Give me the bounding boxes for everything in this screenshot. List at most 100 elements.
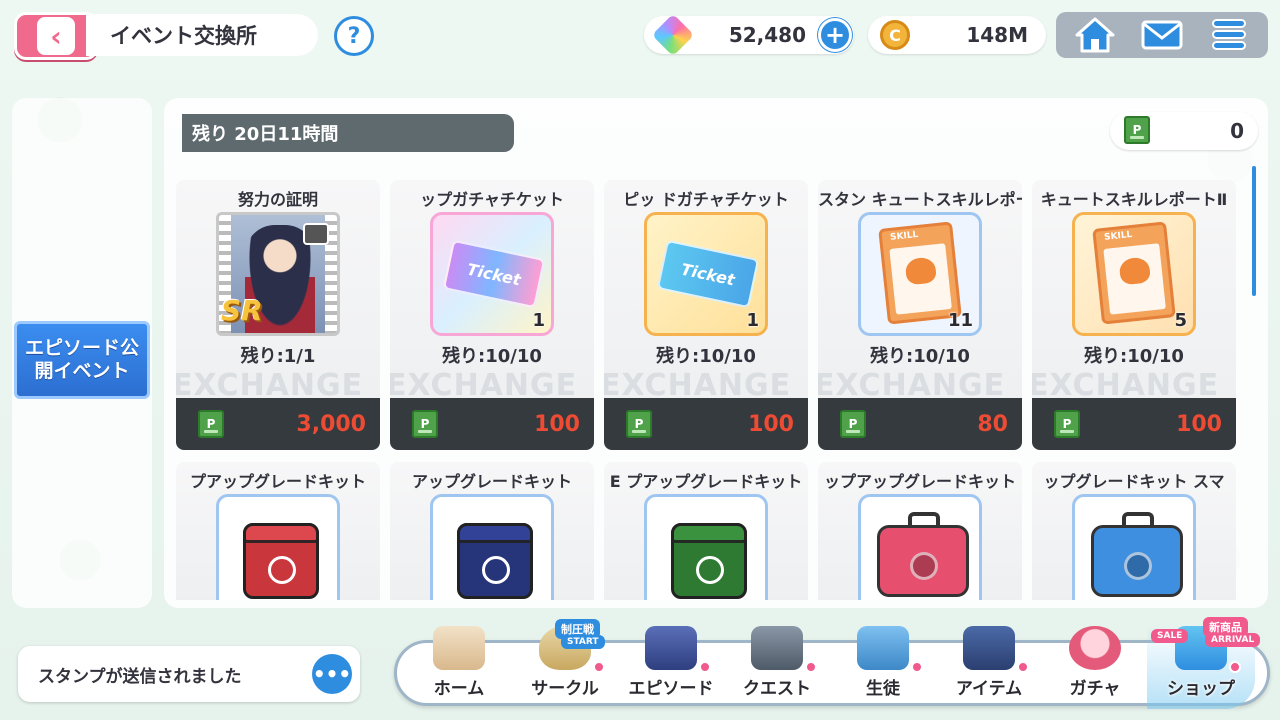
nav-label: 生徒: [866, 679, 900, 699]
upgrade-kit-icon: [457, 523, 533, 599]
episode-event-label-1: エピソード公: [24, 337, 139, 360]
nav-label: ガチャ: [1069, 679, 1121, 699]
item-name: ップガチャチケット: [420, 190, 564, 209]
shop-item-card[interactable]: 努力の証明 SR 残り:1/1 EXCHANGE P 3,000: [176, 180, 380, 450]
scrollbar[interactable]: [1252, 166, 1256, 296]
nav-label: クエスト: [743, 679, 811, 699]
notification-dot: [911, 661, 923, 673]
chat-button[interactable]: •••: [312, 654, 352, 694]
points-counter: P 0: [1110, 112, 1258, 150]
nav-label: ホーム: [433, 679, 485, 699]
nav-home[interactable]: ホーム: [405, 625, 513, 709]
item-thumbnail: SKILL 5: [1072, 212, 1196, 336]
item-thumbnail: [644, 494, 768, 600]
chevron-left-icon: ‹: [37, 17, 75, 55]
item-name: スタン キュートスキルレポートⅠ: [818, 190, 1022, 209]
notification-dot: [593, 661, 605, 673]
home-icon: [1075, 17, 1115, 53]
sale-tag: SALE: [1151, 629, 1189, 643]
add-gems-button[interactable]: +: [818, 18, 852, 52]
notification-dot: [699, 661, 711, 673]
item-quantity: 11: [947, 310, 973, 331]
item-cost-value: 3,000: [296, 411, 366, 437]
home-button[interactable]: [1067, 15, 1123, 55]
sr-card-art: SR: [219, 215, 337, 333]
id-card-icon: [857, 626, 909, 670]
nav-students[interactable]: 生徒: [829, 625, 937, 709]
item-quantity: 1: [532, 310, 545, 331]
item-thumbnail: SKILL 11: [858, 212, 982, 336]
coin-icon: C: [880, 20, 910, 50]
skill-label: SKILL: [889, 229, 919, 243]
item-thumbnail: [858, 494, 982, 600]
item-remaining: 残り:1/1: [240, 346, 316, 367]
notification-dot: [805, 661, 817, 673]
shop-item-card[interactable]: E プアップグレードキット: [604, 462, 808, 600]
item-remaining: 残り:10/10: [442, 346, 542, 367]
notification-dot: [1229, 661, 1241, 673]
shop-item-card[interactable]: ピッ ドガチャチケット Ticket 1 残り:10/10 EXCHANGE P…: [604, 180, 808, 450]
mail-button[interactable]: [1134, 15, 1190, 55]
episode-event-label-2: 開イベント: [34, 360, 130, 382]
item-thumbnail: [1072, 494, 1196, 600]
shop-item-card[interactable]: キュートスキルレポートⅡ SKILL 5 残り:10/10 EXCHANGE P…: [1032, 180, 1236, 450]
point-ticket-icon: P: [1054, 410, 1080, 438]
item-name: キュートスキルレポートⅡ: [1040, 190, 1228, 209]
shop-item-card[interactable]: プアップグレードキット: [176, 462, 380, 600]
nav-quest[interactable]: クエスト: [723, 625, 831, 709]
nav-items[interactable]: アイテム: [935, 625, 1043, 709]
item-grid: 努力の証明 SR 残り:1/1 EXCHANGE P 3,000 ップガチャチケ…: [176, 180, 1236, 600]
nav-shop[interactable]: SALE 新商品 ARRIVAL ショップ: [1147, 617, 1261, 709]
item-thumbnail: [430, 494, 554, 600]
notification-dot: [1017, 661, 1029, 673]
item-thumbnail: SR: [216, 212, 340, 336]
coin-counter: C 148M: [868, 16, 1046, 54]
item-name: プアップグレードキット: [189, 472, 366, 491]
item-cost: P 100: [1032, 398, 1236, 450]
item-cost: P 80: [818, 398, 1022, 450]
coin-amount: 148M: [966, 23, 1028, 47]
point-ticket-icon: P: [1124, 116, 1150, 144]
menu-button[interactable]: [1201, 15, 1257, 55]
nav-circle[interactable]: 制圧戦 START サークル: [511, 619, 619, 709]
item-name: ップアップグレードキット: [823, 472, 1016, 491]
character-avatar-icon: [1069, 626, 1121, 670]
item-remaining: 残り:10/10: [870, 346, 970, 367]
point-ticket-icon: P: [412, 410, 438, 438]
shop-item-card[interactable]: ップガチャチケット Ticket 1 残り:10/10 EXCHANGE P 1…: [390, 180, 594, 450]
item-name: E プアップグレードキット: [609, 472, 803, 491]
point-ticket-icon: P: [626, 410, 652, 438]
shop-item-card[interactable]: アップグレードキット: [390, 462, 594, 600]
toolbox-icon: [877, 512, 969, 597]
help-button[interactable]: ?: [334, 16, 374, 56]
mail-icon: [1141, 20, 1183, 50]
nav-gacha[interactable]: ガチャ: [1041, 625, 1149, 709]
item-quantity: 1: [746, 310, 759, 331]
item-remaining: 残り:10/10: [656, 346, 756, 367]
item-cost: P 100: [390, 398, 594, 450]
nav-label: ショップ: [1167, 679, 1235, 699]
item-remaining: 残り:10/10: [1084, 346, 1184, 367]
event-tag-sub: START: [561, 635, 605, 649]
footer-nav: ホーム 制圧戦 START サークル エピソード クエスト 生徒 アイテム ガチ…: [394, 617, 1270, 709]
gacha-ticket-icon: Ticket: [442, 239, 546, 309]
book-icon: [645, 626, 697, 670]
shop-item-card[interactable]: スタン キュートスキルレポートⅠ SKILL 11 残り:10/10 EXCHA…: [818, 180, 1022, 450]
bag-icon: [963, 626, 1015, 670]
shop-item-card[interactable]: ップグレードキット スマ: [1032, 462, 1236, 600]
gun-icon: [751, 626, 803, 670]
nav-label: アイテム: [955, 679, 1023, 699]
item-cost-value: 100: [534, 411, 580, 437]
item-name: アップグレードキット: [411, 472, 572, 491]
nav-episode[interactable]: エピソード: [617, 625, 725, 709]
gem-amount: 52,480: [728, 23, 806, 47]
chat-bubble-icon: •••: [312, 662, 352, 686]
school-building-icon: [433, 626, 485, 670]
item-name: ップグレードキット スマ: [1043, 472, 1225, 491]
chat-message: スタンプが送信されました: [38, 666, 242, 687]
episode-event-button[interactable]: エピソード公 開イベント: [14, 321, 150, 399]
shop-item-card[interactable]: ップアップグレードキット: [818, 462, 1022, 600]
skill-label: SKILL: [1103, 229, 1133, 243]
item-thumbnail: Ticket 1: [644, 212, 768, 336]
gem-counter: 52,480 +: [644, 13, 854, 57]
